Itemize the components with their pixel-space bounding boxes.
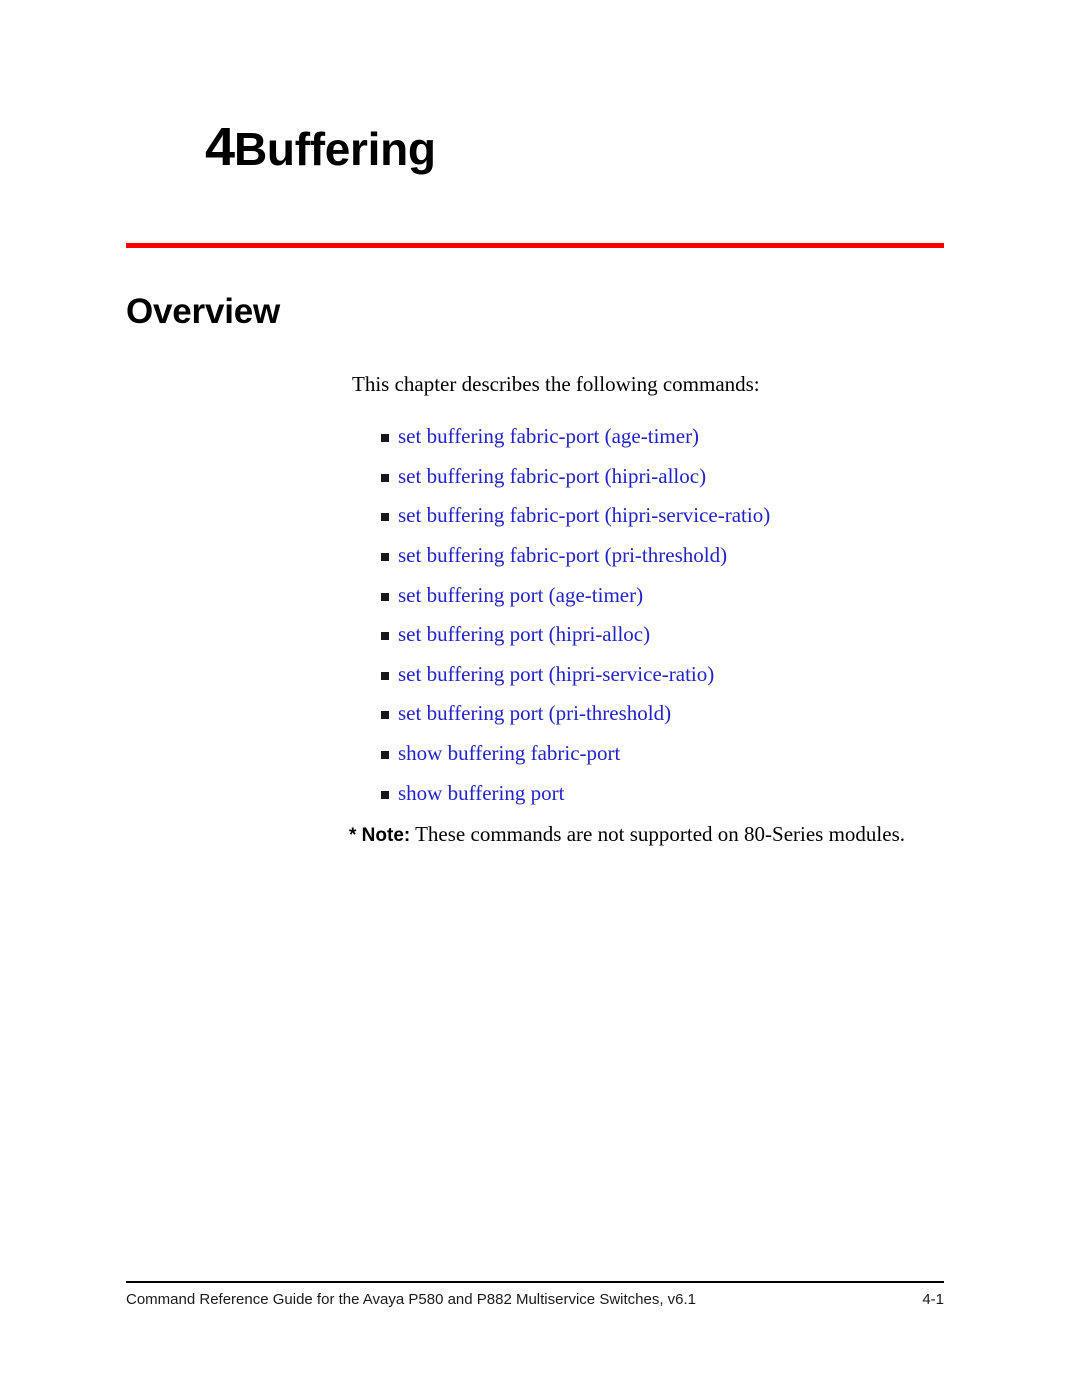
red-divider-rule — [126, 243, 944, 248]
command-link[interactable]: set buffering port (hipri-service-ratio) — [398, 662, 714, 686]
chapter-number: 4 — [205, 117, 235, 177]
intro-paragraph: This chapter describes the following com… — [352, 372, 760, 396]
command-link[interactable]: set buffering fabric-port (pri-threshold… — [398, 543, 727, 567]
square-bullet-icon — [381, 513, 389, 522]
square-bullet-icon — [381, 790, 389, 799]
list-item: set buffering fabric-port (hipri-alloc) — [352, 464, 944, 488]
footer-divider-rule — [126, 1281, 944, 1283]
command-link[interactable]: set buffering fabric-port (hipri-service… — [398, 503, 770, 527]
document-page: 4 Buffering Overview This chapter descri… — [0, 0, 1080, 1397]
square-bullet-icon — [381, 711, 389, 720]
list-item: show buffering port — [352, 781, 944, 805]
list-item: set buffering port (pri-threshold) — [352, 702, 944, 725]
command-link[interactable]: set buffering port (age-timer) — [398, 583, 643, 607]
footer-page-number: 4-1 — [922, 1291, 944, 1308]
command-link[interactable]: set buffering fabric-port (hipri-alloc) — [398, 464, 706, 488]
note-line: * Note: These commands are not supported… — [349, 821, 944, 848]
square-bullet-icon — [381, 632, 389, 641]
section-heading-overview: Overview — [126, 292, 281, 331]
chapter-title: Buffering — [234, 123, 436, 175]
command-link[interactable]: set buffering port (pri-threshold) — [398, 701, 671, 725]
list-item: set buffering port (hipri-alloc) — [352, 623, 944, 646]
page-footer: Command Reference Guide for the Avaya P5… — [126, 1291, 944, 1308]
note-text: These commands are not supported on 80-S… — [410, 822, 905, 847]
command-link[interactable]: show buffering port — [398, 781, 564, 805]
list-item: set buffering fabric-port (age-timer) — [352, 425, 944, 448]
note-label: * Note: — [349, 825, 411, 847]
list-item: set buffering fabric-port (pri-threshold… — [352, 543, 944, 567]
chapter-heading: 4 Buffering — [126, 120, 944, 174]
square-bullet-icon — [381, 434, 389, 443]
square-bullet-icon — [381, 671, 389, 680]
square-bullet-icon — [381, 473, 389, 482]
list-item: set buffering fabric-port (hipri-service… — [352, 504, 944, 527]
list-item: show buffering fabric-port — [352, 741, 944, 765]
body-column: This chapter describes the following com… — [349, 371, 944, 869]
list-item: set buffering port (hipri-service-ratio) — [352, 662, 944, 686]
command-link[interactable]: show buffering fabric-port — [398, 741, 620, 765]
command-link-list: set buffering fabric-port (age-timer) se… — [352, 425, 944, 804]
list-item: set buffering port (age-timer) — [352, 583, 944, 607]
command-link[interactable]: set buffering port (hipri-alloc) — [398, 622, 650, 646]
square-bullet-icon — [381, 751, 389, 759]
command-link[interactable]: set buffering fabric-port (age-timer) — [398, 424, 699, 448]
square-bullet-icon — [381, 553, 389, 562]
square-bullet-icon — [381, 592, 389, 601]
footer-title: Command Reference Guide for the Avaya P5… — [126, 1291, 697, 1308]
